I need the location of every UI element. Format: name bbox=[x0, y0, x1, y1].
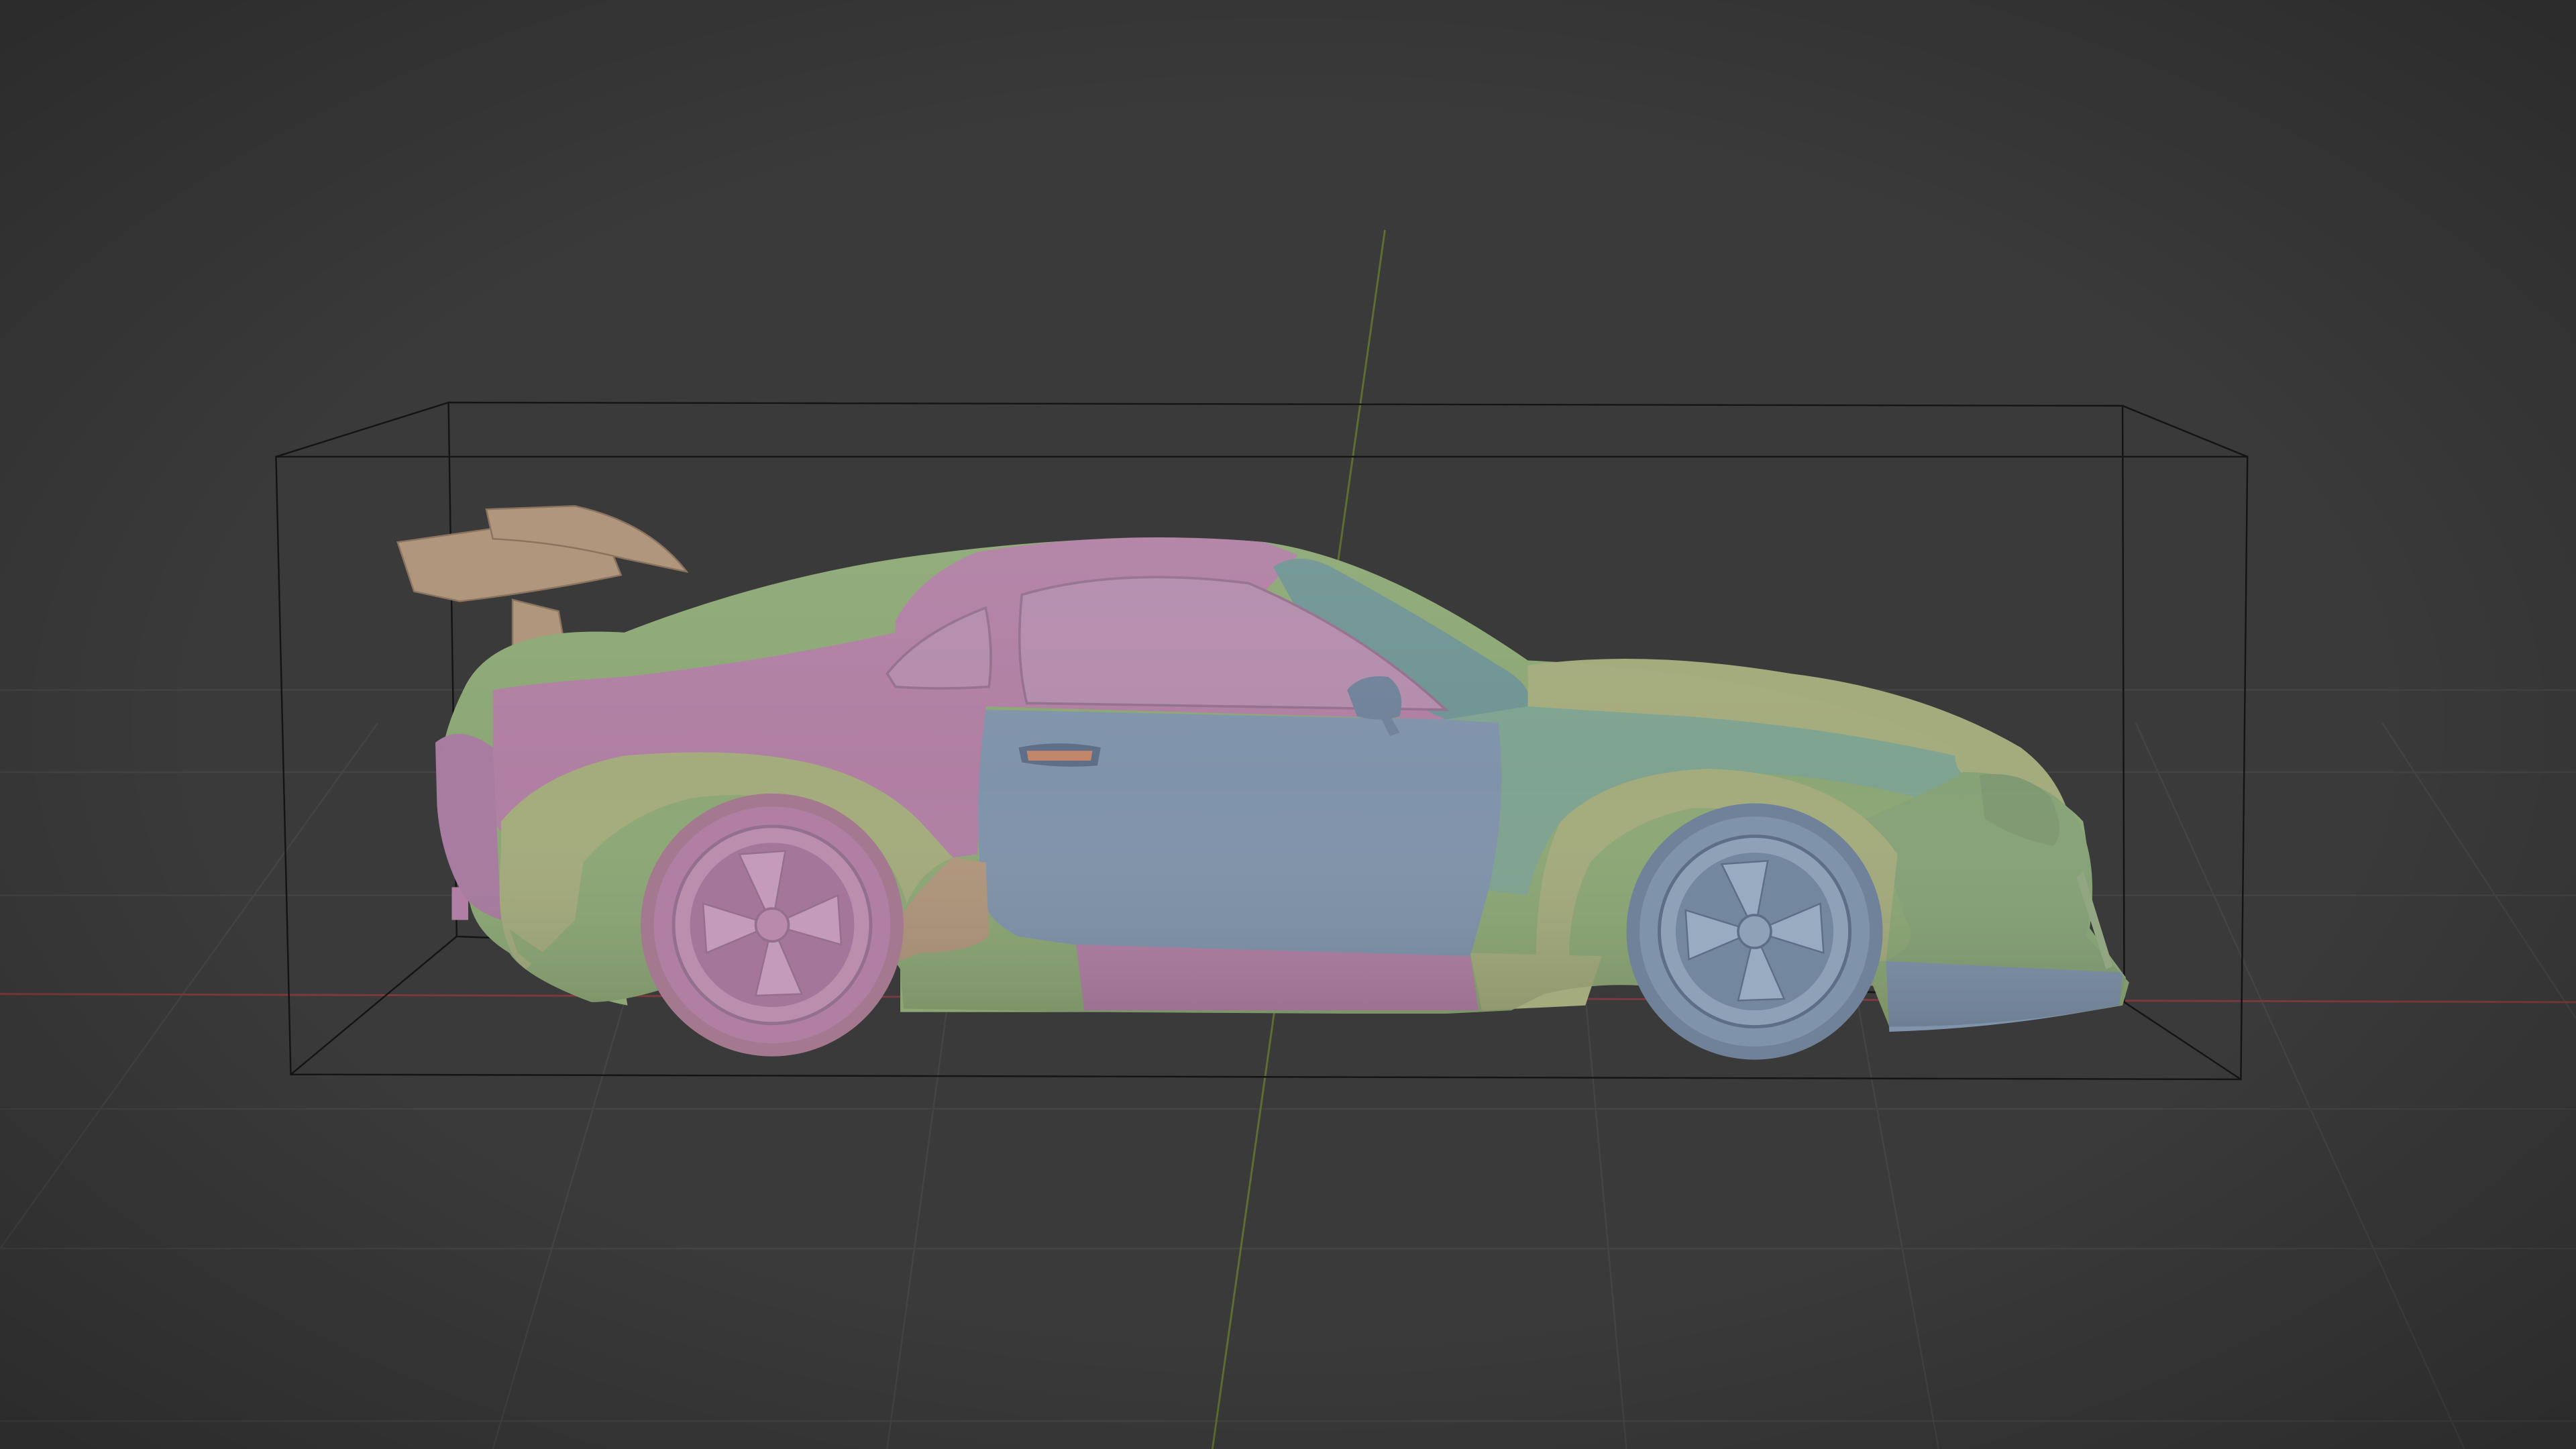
3d-viewport[interactable] bbox=[0, 0, 2576, 1449]
vignette bbox=[0, 0, 2576, 1449]
